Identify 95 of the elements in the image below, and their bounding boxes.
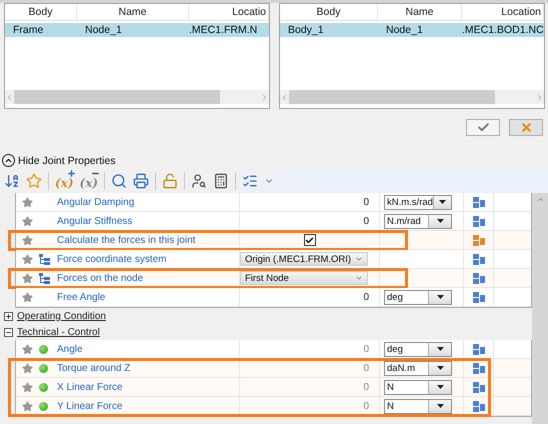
column-header[interactable]: Location — [462, 4, 544, 20]
cancel-button[interactable] — [509, 119, 543, 136]
dropdown-arrow-icon — [436, 219, 444, 223]
table-cell: .MEC1.BOD1.NC — [462, 23, 544, 37]
chevron-icon — [355, 255, 363, 263]
value-dropdown[interactable]: Origin (.MEC1.FRM.ORI) — [240, 252, 368, 266]
table-cell-text: Node_1 — [84, 23, 123, 37]
table-cell-text: .MEC1.FRM.N — [189, 23, 258, 37]
unit-dropdown[interactable]: N.m/rad — [384, 214, 452, 228]
star-icon[interactable] — [22, 196, 33, 208]
vertical-scrollbar[interactable] — [532, 193, 548, 424]
value-text: 0 — [363, 344, 369, 354]
value-text: 0 — [363, 216, 369, 226]
value-text: 0 — [363, 382, 369, 392]
star-icon[interactable] — [22, 216, 33, 226]
star-icon[interactable] — [26, 173, 42, 189]
column-header[interactable]: Name — [77, 4, 189, 20]
value-text: 0 — [363, 196, 369, 208]
table-row[interactable]: Body_1 Node_1 .MEC1.BOD1.NC — [280, 23, 544, 37]
dropdown-arrow-icon — [438, 200, 446, 204]
scroll-right-icon[interactable] — [535, 92, 544, 102]
search-icon[interactable] — [111, 173, 128, 189]
star-icon[interactable] — [22, 272, 33, 284]
property-name: Angle — [56, 344, 84, 354]
property-name: Calculate the forces in this joint — [56, 234, 196, 246]
checklist-icon[interactable] — [242, 173, 258, 189]
section-title[interactable]: Operating Condition — [17, 310, 106, 322]
property-name: Y Linear Force — [56, 400, 124, 412]
person-search-icon[interactable] — [191, 173, 208, 189]
dropdown-arrow-icon — [436, 404, 444, 408]
horizontal-scrollbar[interactable] — [280, 90, 544, 104]
table-cell-text: Frame — [12, 23, 44, 37]
column-header[interactable]: Name — [378, 4, 462, 20]
dropdown-arrow-icon — [436, 366, 444, 370]
calculator-icon[interactable] — [213, 173, 230, 189]
unit-dropdown[interactable]: deg — [384, 342, 452, 356]
hierarchy-icon — [39, 272, 50, 284]
star-icon[interactable] — [22, 292, 33, 302]
scroll-right-icon[interactable] — [260, 92, 269, 102]
hide-properties-toggle[interactable]: Hide Joint Properties — [2, 154, 116, 167]
collapse-icon[interactable] — [4, 328, 13, 336]
property-name: Angular Stiffness — [56, 216, 134, 226]
property-name: Torque around Z — [56, 362, 132, 374]
status-dot — [39, 402, 48, 410]
column-header[interactable]: Locatio — [189, 4, 269, 20]
star-icon[interactable] — [22, 254, 33, 264]
sort-icon[interactable] — [4, 173, 20, 189]
collapse-icon — [2, 154, 15, 167]
value-dropdown[interactable]: First Node — [240, 271, 368, 285]
value-text: 0 — [363, 292, 369, 302]
dropdown-arrow-icon — [436, 385, 444, 389]
value-text: 0 — [363, 362, 369, 374]
plus-icon — [5, 312, 12, 320]
status-dot — [39, 382, 48, 392]
close-icon — [520, 121, 532, 134]
checkmark-icon — [476, 121, 490, 134]
scroll-up-icon[interactable] — [536, 195, 544, 204]
column-header[interactable]: Body — [5, 4, 77, 20]
value-text: 0 — [363, 400, 369, 412]
checkmark-icon — [305, 236, 314, 244]
unit-dropdown[interactable]: daN.m — [384, 360, 452, 376]
printer-icon[interactable] — [133, 173, 150, 189]
dropdown-arrow-icon — [436, 347, 444, 351]
property-name: Force coordinate system — [56, 254, 168, 264]
horizontal-scrollbar[interactable] — [5, 90, 269, 104]
column-header[interactable]: Body — [280, 4, 378, 20]
property-name: Angular Damping — [56, 196, 136, 208]
unlocked-padlock-icon[interactable] — [162, 173, 178, 189]
dropdown-arrow-icon — [436, 295, 444, 299]
unit-dropdown[interactable]: N — [384, 380, 452, 394]
star-icon[interactable] — [22, 382, 33, 392]
star-icon[interactable] — [22, 362, 33, 374]
property-name: X Linear Force — [56, 382, 124, 392]
status-dot — [39, 364, 48, 372]
chevron-icon — [355, 274, 363, 282]
plus-icon — [66, 169, 76, 178]
scroll-left-icon[interactable] — [280, 92, 289, 102]
scroll-left-icon[interactable] — [5, 92, 14, 102]
table-cell-text: Node_1 — [385, 23, 424, 37]
star-icon[interactable] — [22, 344, 33, 354]
unit-dropdown[interactable]: N — [384, 398, 452, 414]
ok-button[interactable] — [466, 119, 500, 136]
property-name: Forces on the node — [56, 272, 144, 284]
unit-dropdown[interactable]: kN.m.s/rad — [384, 194, 452, 210]
section-title[interactable]: Technical - Control — [17, 326, 100, 338]
table-cell-text: Body_1 — [287, 23, 325, 37]
checkbox[interactable] — [304, 234, 316, 246]
star-icon[interactable] — [22, 400, 33, 412]
expand-icon[interactable] — [4, 312, 13, 320]
hierarchy-icon — [39, 254, 50, 264]
table-row[interactable]: Frame Node_1 .MEC1.FRM.N — [5, 23, 269, 37]
property-name: Free Angle — [56, 292, 106, 302]
status-dot — [39, 344, 48, 354]
unit-dropdown[interactable]: deg — [384, 290, 452, 304]
star-icon[interactable] — [22, 234, 33, 246]
